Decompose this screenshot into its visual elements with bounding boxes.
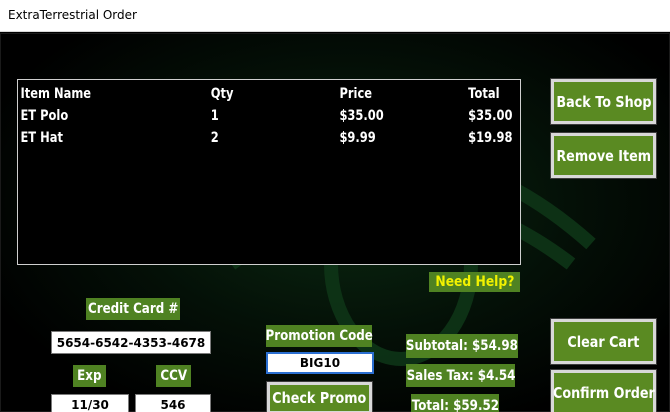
column-header-item-name: Item Name [20,86,92,102]
credit-card-label: Credit Card # [86,298,180,320]
need-help-link[interactable]: Need Help? [429,272,520,292]
exp-field[interactable] [51,394,129,412]
exp-label: Exp [73,365,106,387]
clear-cart-button[interactable]: Clear Cart [550,318,657,365]
item-name: ET Hat [20,130,63,146]
window-title: ExtraTerrestrial Order [8,8,137,22]
item-total: $19.98 [468,130,513,146]
order-form: Item Name Qty Price Total ET Polo 1 $35.… [0,33,670,412]
item-qty: 1 [210,108,219,124]
item-price: $35.00 [339,108,384,124]
cart-item-row[interactable]: ET Polo 1 $35.00 $35.00 [18,105,512,127]
ccv-label: CCV [156,365,191,387]
back-to-shop-button[interactable]: Back To Shop [550,78,657,125]
promotion-code-field[interactable] [266,352,374,374]
title-bar: ExtraTerrestrial Order [0,0,670,32]
column-header-price: Price [339,86,373,102]
ccv-field[interactable] [135,394,211,412]
cart-header-row: Item Name Qty Price Total [18,83,499,105]
column-header-qty: Qty [210,86,234,102]
column-header-total: Total [468,86,500,102]
item-price: $9.99 [339,130,376,146]
credit-card-field[interactable] [51,331,211,354]
item-qty: 2 [210,130,219,146]
cart-list[interactable]: Item Name Qty Price Total ET Polo 1 $35.… [17,79,521,265]
item-name: ET Polo [20,108,69,124]
sales-tax-label: Sales Tax: $4.54 [406,364,515,387]
check-promo-button[interactable]: Check Promo [266,381,373,412]
cart-item-row[interactable]: ET Hat 2 $9.99 $19.98 [18,127,512,149]
subtotal-label: Subtotal: $54.98 [406,334,518,358]
item-total: $35.00 [468,108,513,124]
remove-item-button[interactable]: Remove Item [550,132,657,179]
confirm-order-button[interactable]: Confirm Order [550,369,657,412]
total-label: Total: $59.52 [411,394,499,412]
promotion-code-label: Promotion Code [265,325,373,347]
